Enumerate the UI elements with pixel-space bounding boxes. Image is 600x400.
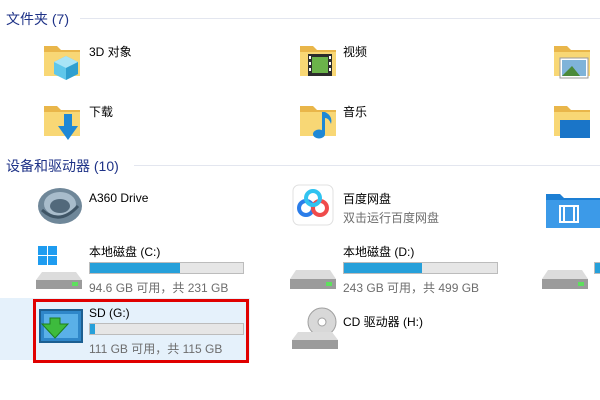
3d-objects-folder-icon <box>44 46 80 80</box>
hard-drive-icon <box>290 270 336 289</box>
drive-space-text: 243 GB 可用，共 499 GB <box>343 281 480 295</box>
drive-item-partial[interactable] <box>540 242 600 298</box>
drive-label: CD 驱动器 (H:) <box>343 315 423 329</box>
music-folder-icon <box>300 106 336 139</box>
media-folder-icon <box>546 194 600 228</box>
videos-folder-icon <box>300 46 336 76</box>
devices-divider <box>134 165 600 166</box>
a360-drive-icon <box>38 188 82 224</box>
drive-usage-fill <box>595 263 600 273</box>
folder-item-pictures[interactable] <box>550 38 600 86</box>
drive-usage-bar <box>89 262 244 274</box>
drive-usage-bar <box>343 262 498 274</box>
drive-item-a360[interactable]: A360 Drive <box>36 182 246 232</box>
drive-item-baidu-netdisk[interactable]: 百度网盘 双击运行百度网盘 <box>292 184 522 234</box>
downloads-folder-icon <box>44 106 80 140</box>
drive-label: A360 Drive <box>89 191 149 205</box>
folders-divider <box>80 18 600 19</box>
drive-usage-bar <box>594 262 600 274</box>
drive-label: 本地磁盘 (C:) <box>89 245 161 259</box>
drive-item-media[interactable] <box>544 190 600 230</box>
folder-item-3d-objects[interactable]: 3D 对象 <box>40 38 240 86</box>
folder-item-videos[interactable]: 视频 <box>296 38 496 86</box>
pictures-folder-icon <box>554 46 590 79</box>
drive-label: 本地磁盘 (D:) <box>343 245 415 259</box>
desktop-folder-icon <box>554 106 590 138</box>
drive-item-c[interactable]: 本地磁盘 (C:) 94.6 GB 可用，共 231 GB <box>34 242 246 298</box>
drive-label: 百度网盘 <box>343 192 392 206</box>
hard-drive-icon <box>542 270 588 289</box>
folders-section-header[interactable]: 文件夹 (7) <box>6 9 69 29</box>
annotation-highlight-box <box>33 299 249 363</box>
baidu-netdisk-icon <box>292 184 334 226</box>
cd-drive-icon <box>292 307 338 349</box>
drive-description: 双击运行百度网盘 <box>343 211 440 225</box>
drive-space-text: 94.6 GB 可用，共 231 GB <box>89 281 229 295</box>
folder-label: 下载 <box>89 105 114 119</box>
drive-item-d[interactable]: 本地磁盘 (D:) 243 GB 可用，共 499 GB <box>288 242 500 298</box>
drive-item-cd[interactable]: CD 驱动器 (H:) <box>290 302 490 358</box>
drive-usage-fill <box>90 263 181 273</box>
devices-section-header[interactable]: 设备和驱动器 (10) <box>6 156 119 176</box>
folder-item-downloads[interactable]: 下载 <box>40 98 240 146</box>
folder-item-desktop[interactable] <box>550 98 600 146</box>
folder-label: 音乐 <box>343 105 368 119</box>
drive-usage-fill <box>344 263 423 273</box>
folder-label: 视频 <box>343 45 368 59</box>
folder-item-music[interactable]: 音乐 <box>296 98 496 146</box>
folder-label: 3D 对象 <box>89 45 132 59</box>
windows-drive-icon <box>36 246 82 289</box>
